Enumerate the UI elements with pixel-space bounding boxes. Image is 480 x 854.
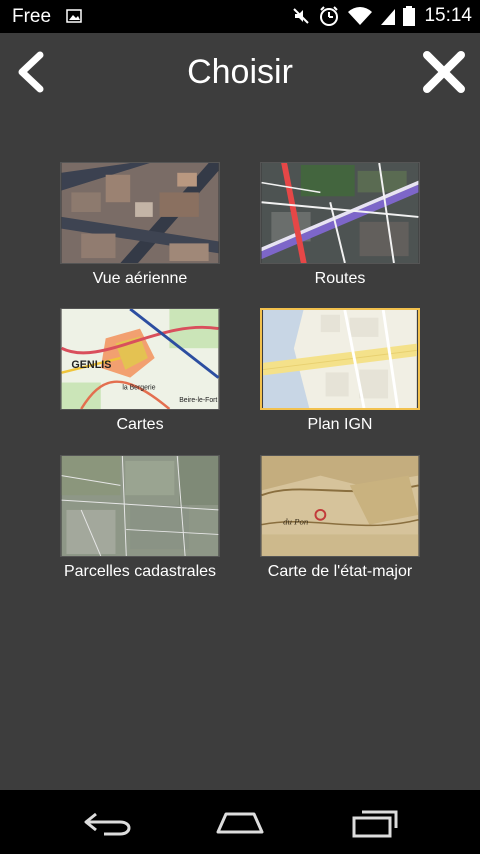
tile-cadastre-label: Parcelles cadastrales — [63, 563, 217, 580]
tile-ign-label: Plan IGN — [307, 416, 373, 433]
etatmajor-place-label: du Pon — [283, 517, 309, 527]
aerial-thumbnail — [60, 162, 220, 264]
tile-roads[interactable]: Routes — [258, 162, 422, 288]
tile-maps-label: Cartes — [116, 416, 164, 433]
tile-ign[interactable]: Plan IGN — [258, 308, 422, 434]
maps-thumbnail: GENLIS la Bergerie Beire-le-Fort — [60, 308, 220, 410]
tile-etat-major-label: Carte de l'état-major — [267, 563, 413, 580]
tile-cadastre[interactable]: Parcelles cadastrales — [58, 455, 222, 581]
tile-aerial-label: Vue aérienne — [92, 270, 188, 287]
navigation-bar — [0, 790, 480, 854]
tile-maps[interactable]: GENLIS la Bergerie Beire-le-Fort Cartes — [58, 308, 222, 434]
cadastre-thumbnail — [60, 455, 220, 557]
cartes-village-label: Beire-le-Fort — [179, 397, 217, 404]
etat-major-thumbnail: du Pon — [260, 455, 420, 557]
recents-nav-icon — [352, 810, 398, 838]
nav-recents-button[interactable] — [344, 808, 404, 838]
cartes-place-label: la Bergerie — [122, 384, 155, 391]
nav-home-button[interactable] — [210, 808, 270, 838]
tile-aerial[interactable]: Vue aérienne — [58, 162, 222, 288]
tile-roads-label: Routes — [314, 270, 366, 287]
cartes-town-label: GENLIS — [71, 359, 111, 371]
tile-etat-major[interactable]: du Pon Carte de l'état-major — [258, 455, 422, 581]
ign-thumbnail — [260, 308, 420, 410]
map-type-grid: Vue aérienne Routes GENLIS la Bergerie B… — [0, 0, 480, 700]
back-nav-icon — [84, 812, 131, 836]
roads-thumbnail — [260, 162, 420, 264]
nav-back-button[interactable] — [80, 808, 140, 838]
home-nav-icon — [216, 812, 264, 834]
